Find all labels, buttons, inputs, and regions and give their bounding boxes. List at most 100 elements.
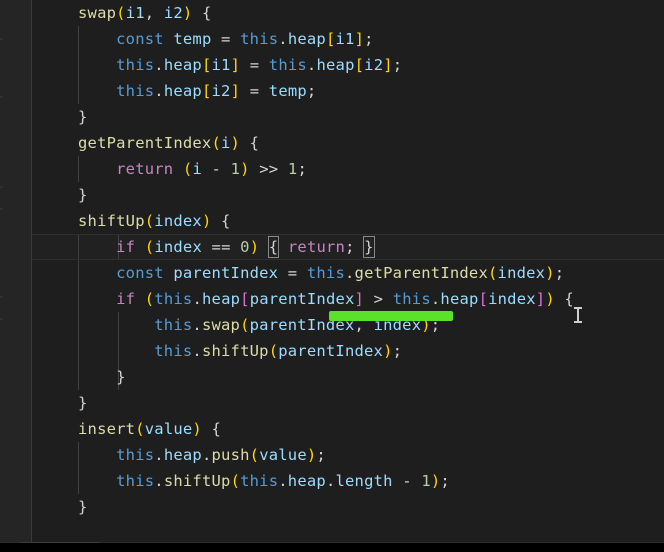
code-line-text: if (index == 0) { return; } [32,234,664,260]
code-token: ) [545,264,555,282]
code-token: ; [554,264,565,282]
code-token: { [564,290,574,308]
code-line-text: } [32,494,664,520]
code-token: } [116,368,126,386]
code-line[interactable]: const temp = this.heap[i1]; [32,26,664,52]
code-token: . [192,290,202,308]
code-line[interactable]: getParentIndex(i) { [32,130,664,156]
code-token: . [345,264,355,282]
code-token: - [402,472,412,490]
editor-content-area[interactable]: swap(i1, i2) { const temp = this.heap[i1… [32,0,664,543]
code-token: heap [287,472,326,490]
code-token: ( [144,290,155,308]
code-token: . [154,472,164,490]
code-line[interactable]: insert(value) { [32,416,664,442]
code-token: = [249,56,260,74]
code-line[interactable]: swap(i1, i2) { [32,0,664,26]
code-line[interactable]: } [32,182,664,208]
code-token: this [116,446,155,464]
code-token: push [211,446,250,464]
code-line[interactable]: this.heap.push(value); [32,442,664,468]
code-line-text: const temp = this.heap[i1]; [32,26,664,52]
code-token: ( [182,160,193,178]
code-line[interactable] [32,520,664,546]
code-token: shiftUp [163,472,231,490]
code-token: ] [383,56,393,74]
code-token: index [154,238,202,256]
overview-ruler-mark [0,296,3,298]
code-token: swap [78,4,117,22]
code-token: = [249,82,260,100]
code-token: heap [202,290,241,308]
editor-gutter[interactable] [0,0,31,543]
code-token: this [116,472,155,490]
code-token: getParentIndex [78,134,212,152]
code-line[interactable]: } [32,104,664,130]
code-line[interactable]: this.shiftUp(this.heap.length - 1); [32,468,664,494]
code-line[interactable]: } [32,364,664,390]
code-line[interactable]: shiftUp(index) { [32,208,664,234]
code-token: ) [192,420,202,438]
ibeam-bottom-cap [574,321,582,323]
code-token: { [249,134,260,152]
code-line[interactable]: this.heap[i2] = temp; [32,78,664,104]
code-token: > [373,290,384,308]
code-line[interactable]: this.heap[i1] = this.heap[i2]; [32,52,664,78]
code-token: this [240,472,279,490]
code-token: getParentIndex [354,264,488,282]
code-token: ) [201,212,212,230]
overview-ruler-mark [0,208,3,210]
code-token: . [201,446,212,464]
code-token: this [268,56,307,74]
overview-ruler-mark [0,318,3,320]
code-token: ; [440,472,450,490]
code-token: heap [163,56,202,74]
code-token: value [259,446,307,464]
code-token: [ [478,290,489,308]
code-token: ; [392,56,403,74]
code-token: insert [78,420,136,438]
code-token: ( [268,342,279,360]
code-line[interactable]: const parentIndex = this.getParentIndex(… [32,260,664,286]
code-line[interactable]: if (index == 0) { return; } [32,234,664,260]
code-line-text: } [32,182,664,208]
code-line[interactable]: if (this.heap[parentIndex] > this.heap[i… [32,286,664,312]
code-line-text: insert(value) { [32,416,664,442]
code-token: heap [287,30,326,48]
code-line[interactable]: } [32,390,664,416]
code-line-text: swap(i1, i2) { [32,0,664,26]
code-token: return [116,160,174,178]
code-token: i [221,134,231,152]
code-line[interactable]: this.shiftUp(parentIndex); [32,338,664,364]
code-token: index [154,212,202,230]
code-token: ) [430,472,441,490]
code-token: . [154,56,164,74]
code-token: ( [144,212,155,230]
code-lines[interactable]: swap(i1, i2) { const temp = this.heap[i1… [32,0,664,546]
code-token: ; [306,82,317,100]
code-token: this [154,290,193,308]
code-token: this [154,316,193,334]
code-token: 1 [421,472,431,490]
code-token: } [78,498,88,516]
code-line-text: } [32,390,664,416]
code-line[interactable]: } [32,494,664,520]
code-token: 1 [230,160,241,178]
code-line[interactable]: return (i - 1) >> 1; [32,156,664,182]
code-token: . [154,82,164,100]
code-token: ] [354,30,365,48]
